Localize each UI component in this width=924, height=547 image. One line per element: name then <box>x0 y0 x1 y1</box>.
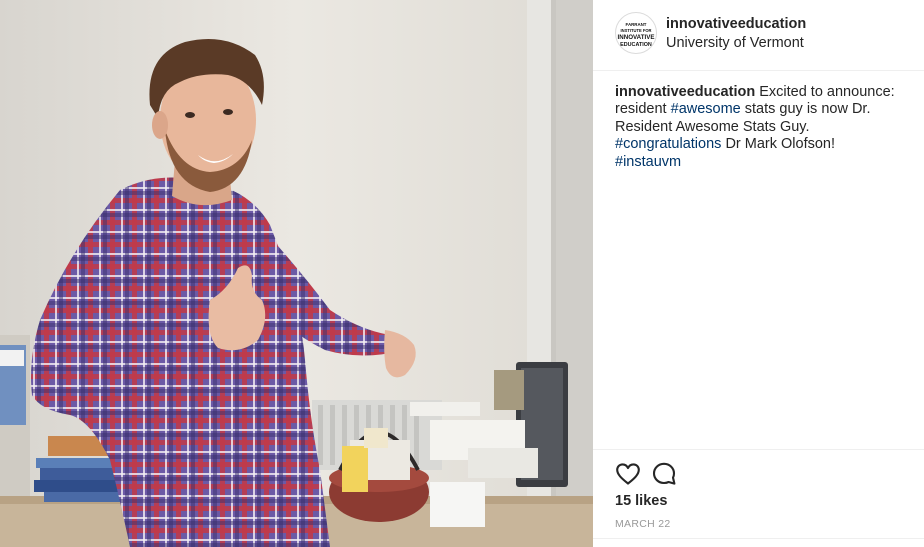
caption-username[interactable]: innovativeeducation <box>615 84 755 100</box>
post-actions: 15 likes MARCH 22 <box>593 449 924 547</box>
speech-bubble-icon <box>652 462 676 485</box>
like-button[interactable] <box>615 461 641 487</box>
caption-text-3: Dr Mark Olofson! <box>721 136 836 153</box>
heart-outline-icon <box>616 463 640 485</box>
post-header: FARRANT INSTITUTE FOR INNOVATIVE EDUCATI… <box>593 0 924 71</box>
post-date: MARCH 22 <box>615 518 671 530</box>
hashtag-awesome[interactable]: #awesome <box>671 101 741 117</box>
comment-button[interactable] <box>651 461 677 487</box>
avatar-line-3: INNOVATIVE <box>618 34 655 41</box>
instagram-post: FARRANT INSTITUTE FOR INNOVATIVE EDUCATI… <box>0 0 924 547</box>
post-location[interactable]: University of Vermont <box>666 35 804 51</box>
hashtag-congratulations[interactable]: #congratulations <box>615 136 721 152</box>
likes-count[interactable]: 15 likes <box>615 493 667 509</box>
avatar[interactable]: FARRANT INSTITUTE FOR INNOVATIVE EDUCATI… <box>615 12 657 54</box>
post-caption: innovativeeducation Excited to announce:… <box>615 84 905 171</box>
avatar-line-2: INSTITUTE FOR <box>621 28 652 33</box>
post-photo[interactable] <box>0 0 593 547</box>
post-author-username[interactable]: innovativeeducation <box>666 16 806 32</box>
avatar-line-4: EDUCATION <box>620 42 652 48</box>
institute-logo-icon: FARRANT INSTITUTE FOR INNOVATIVE EDUCATI… <box>618 22 655 48</box>
post-sidebar: FARRANT INSTITUTE FOR INNOVATIVE EDUCATI… <box>593 0 924 547</box>
hashtag-instauvm[interactable]: #instauvm <box>615 154 681 170</box>
divider <box>593 538 924 539</box>
photo-illustration <box>0 0 593 547</box>
avatar-line-1: FARRANT <box>626 22 647 27</box>
